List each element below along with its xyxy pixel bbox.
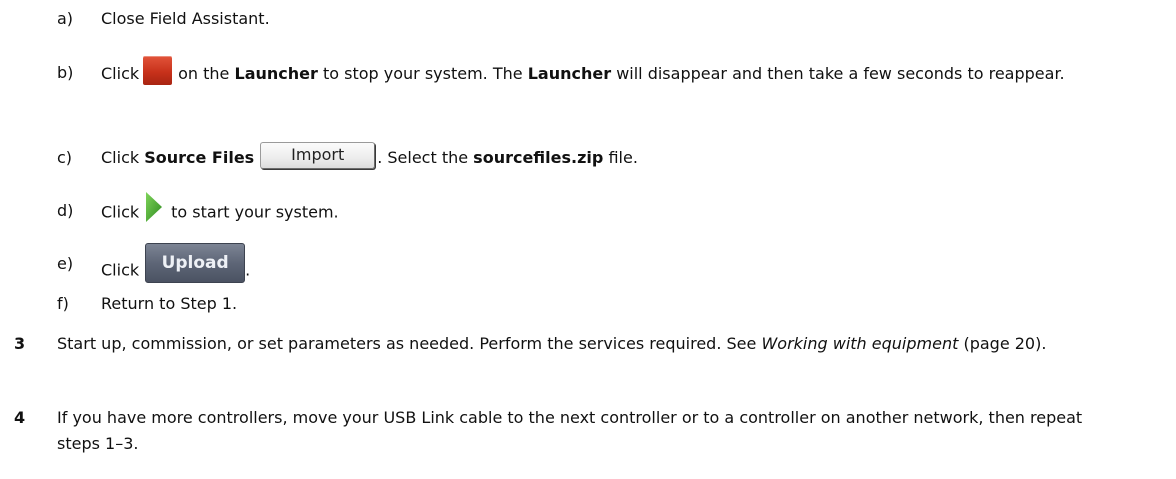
text-segment: to start your system. xyxy=(171,202,339,222)
click-word: Click xyxy=(101,260,140,280)
step-number: 4 xyxy=(14,408,26,427)
substep-letter: e) xyxy=(57,254,74,273)
text-segment: file. xyxy=(608,148,638,167)
substep-letter: b) xyxy=(57,63,74,82)
substep-text: Return to Step 1. xyxy=(101,294,238,313)
launcher-label: Launcher xyxy=(527,64,612,83)
file-name: sourcefiles.zip xyxy=(473,148,604,167)
click-word: Click xyxy=(101,64,140,83)
text-segment: on the xyxy=(178,64,230,83)
substep-letter: f) xyxy=(57,294,69,313)
import-button[interactable]: Import xyxy=(260,142,376,169)
text-segment: to stop your system. The xyxy=(322,64,523,83)
launcher-label: Launcher xyxy=(234,64,318,83)
click-word: Click xyxy=(101,148,140,167)
step-number: 3 xyxy=(14,334,26,353)
step-text: Start up, commission, or set parameters … xyxy=(57,331,1117,357)
text-segment: . Select the xyxy=(377,148,469,167)
substep-text: Click Source Files Import. Select the sou… xyxy=(101,142,638,172)
substep-text: Close Field Assistant. xyxy=(101,9,270,28)
text-segment: . xyxy=(245,260,251,280)
substep-letter: c) xyxy=(57,148,73,167)
substep-text: Click Upload. xyxy=(101,243,251,291)
source-files-label: Source Files xyxy=(144,148,255,167)
reference-link[interactable]: Working with equipment xyxy=(761,334,958,353)
click-word: Click xyxy=(101,202,140,222)
substep-letter: d) xyxy=(57,201,74,220)
text-segment: Start up, commission, or set parameters … xyxy=(57,334,757,353)
substep-letter: a) xyxy=(57,9,74,28)
upload-button[interactable]: Upload xyxy=(145,243,246,283)
text-segment: (page 20). xyxy=(963,334,1047,353)
start-icon[interactable] xyxy=(145,192,163,222)
substep-text: Click to start your system. xyxy=(101,192,339,228)
step-text: If you have more controllers, move your … xyxy=(57,408,1083,453)
text-segment: will disappear and then take a few secon… xyxy=(616,64,1065,83)
substep-text: Click on the Launcher to stop your system… xyxy=(101,56,1176,89)
stop-icon[interactable] xyxy=(143,56,173,85)
